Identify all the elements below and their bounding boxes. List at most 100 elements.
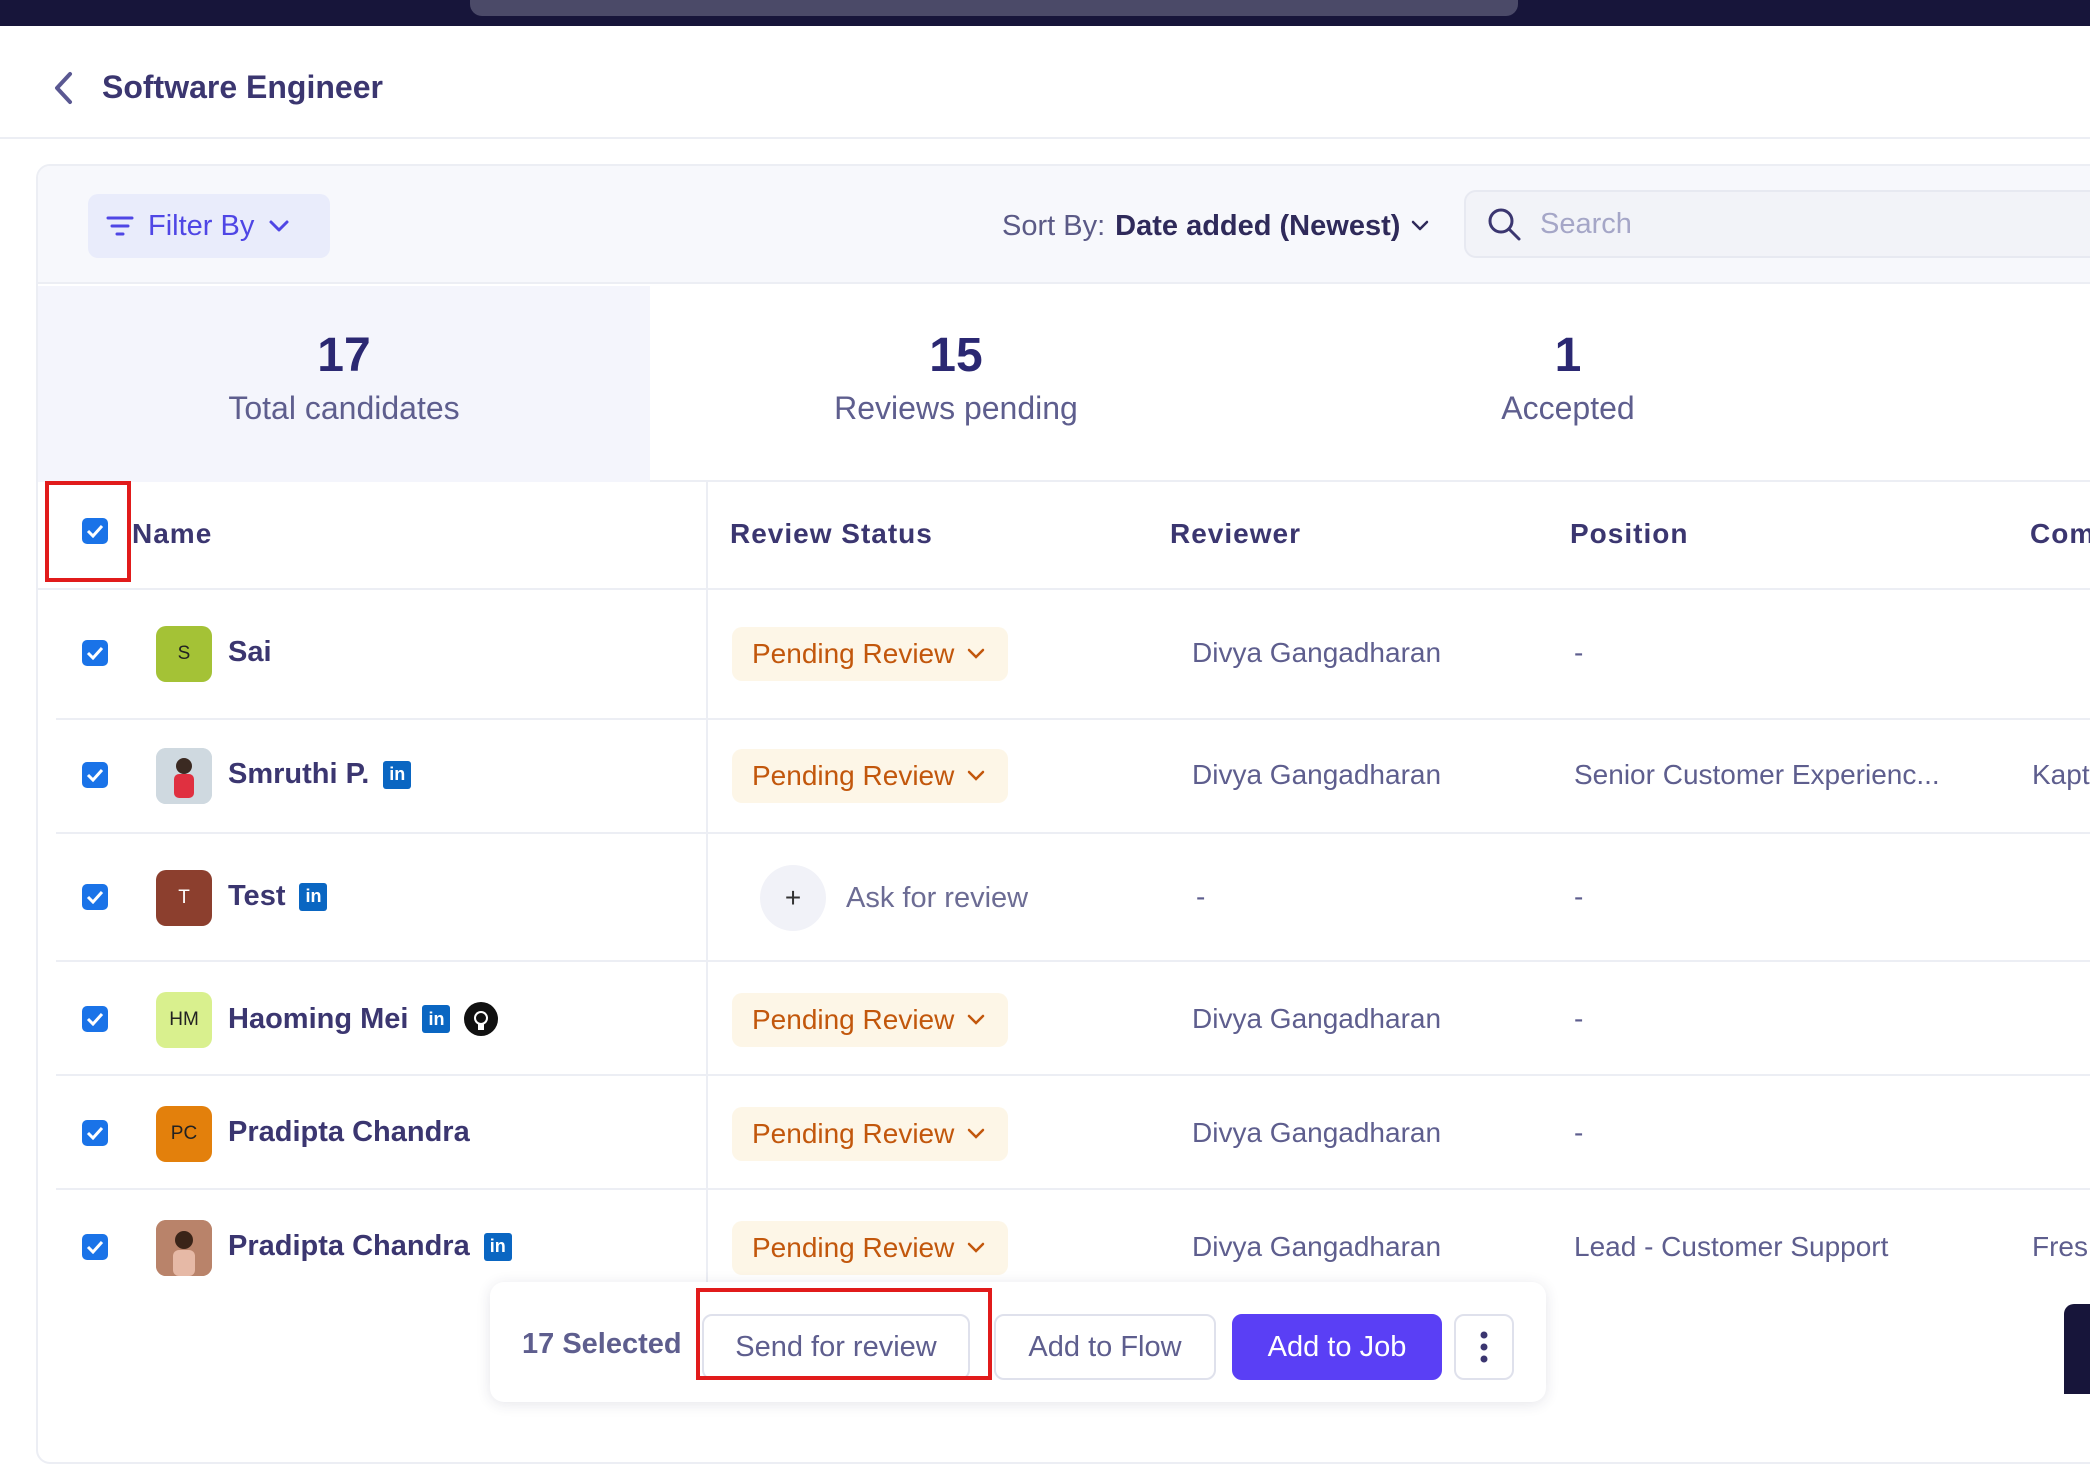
linkedin-icon[interactable]: in xyxy=(299,882,328,911)
page-header: Software Engineer xyxy=(0,26,2090,139)
checkmark-icon xyxy=(86,890,104,904)
browser-top-bar xyxy=(0,0,2090,26)
row-checkbox[interactable] xyxy=(82,884,108,910)
row-checkbox[interactable] xyxy=(82,1120,108,1146)
ask-for-review-label: Ask for review xyxy=(846,881,1029,914)
sort-dropdown[interactable]: Sort By: Date added (Newest) xyxy=(1002,200,1430,252)
status-label: Pending Review xyxy=(752,760,955,791)
add-to-job-button[interactable]: Add to Job xyxy=(1232,1314,1442,1380)
review-status-dropdown[interactable]: Pending Review xyxy=(732,1221,1009,1275)
add-to-flow-button[interactable]: Add to Flow xyxy=(994,1314,1216,1380)
position-cell: - xyxy=(1574,637,1584,668)
row-checkbox[interactable] xyxy=(82,1006,108,1032)
candidate-name-text: Test xyxy=(228,880,286,912)
avatar: S xyxy=(156,626,212,682)
back-button[interactable] xyxy=(48,66,78,110)
stat-reviews-pending[interactable]: 15 Reviews pending xyxy=(650,286,1262,482)
checkmark-icon xyxy=(86,768,104,782)
column-header-reviewer[interactable]: Reviewer xyxy=(1170,518,1301,550)
reviewer-cell: Divya Gangadharan xyxy=(1192,637,1442,668)
avatar: HM xyxy=(156,992,212,1048)
position-cell: - xyxy=(1574,1117,1584,1148)
more-actions-button[interactable] xyxy=(1454,1314,1514,1380)
column-header-position[interactable]: Position xyxy=(1570,518,1688,550)
chevron-down-icon xyxy=(968,1128,985,1139)
help-widget[interactable] xyxy=(2064,1304,2090,1394)
column-header-name[interactable]: Name xyxy=(132,518,212,550)
checkmark-icon xyxy=(86,1240,104,1254)
row-checkbox[interactable] xyxy=(82,640,108,666)
reviewer-cell: Divya Gangadharan xyxy=(1192,1117,1442,1148)
stat-accepted[interactable]: 1 Accepted xyxy=(1262,286,1874,482)
reviewer-cell: Divya Gangadharan xyxy=(1192,1003,1442,1034)
status-label: Pending Review xyxy=(752,1232,955,1263)
status-label: Pending Review xyxy=(752,1004,955,1035)
sort-key-label: Sort By: xyxy=(1002,209,1106,242)
selected-count: 17 Selected xyxy=(522,1328,682,1360)
filter-lines-icon xyxy=(106,216,134,236)
checkmark-icon xyxy=(86,1126,104,1140)
row-checkbox[interactable] xyxy=(82,1234,108,1260)
reviewer-cell: Divya Gangadharan xyxy=(1192,759,1442,790)
linkedin-icon[interactable]: in xyxy=(483,1232,512,1261)
stat-total-candidates[interactable]: 17 Total candidates xyxy=(38,286,650,482)
person-photo-icon xyxy=(156,748,212,804)
avatar-photo xyxy=(156,748,212,804)
search-icon xyxy=(1488,208,1521,241)
avatar: T xyxy=(156,870,212,926)
reviewer-cell: Divya Gangadharan xyxy=(1192,1231,1442,1262)
linkedin-icon[interactable]: in xyxy=(422,1005,451,1033)
review-status-dropdown[interactable]: Pending Review xyxy=(732,749,1009,803)
position-cell: Senior Customer Experienc... xyxy=(1574,759,1940,790)
candidate-name-text: Haoming Mei xyxy=(228,1002,409,1035)
github-icon[interactable] xyxy=(464,1002,499,1036)
candidate-name[interactable]: Sai xyxy=(228,636,272,669)
chevron-down-icon xyxy=(968,1242,985,1253)
highlight-send-for-review xyxy=(696,1288,992,1380)
candidate-name[interactable]: Pradipta Chandra in xyxy=(228,1230,512,1263)
status-label: Pending Review xyxy=(752,1118,955,1149)
chevron-down-icon xyxy=(968,1014,985,1025)
ask-for-review-button[interactable]: + Ask for review xyxy=(760,865,1028,931)
chevron-down-icon xyxy=(968,648,985,659)
search-box xyxy=(1464,190,2090,258)
status-label: Pending Review xyxy=(752,638,955,669)
stat-label: Total candidates xyxy=(228,390,460,426)
search-input[interactable] xyxy=(1540,207,2040,241)
review-status-dropdown[interactable]: Pending Review xyxy=(732,1107,1009,1161)
sort-value-label: Date added (Newest) xyxy=(1115,209,1401,242)
filter-by-button[interactable]: Filter By xyxy=(88,194,330,258)
more-vertical-icon xyxy=(1480,1331,1488,1363)
column-header-company[interactable]: Com xyxy=(2030,518,2090,550)
table-header-row xyxy=(36,482,2090,590)
candidate-name[interactable]: Test in xyxy=(228,880,328,913)
avatar: PC xyxy=(156,1106,212,1162)
position-cell: - xyxy=(1574,881,1584,912)
stat-label: Reviews pending xyxy=(834,390,1078,426)
review-status-dropdown[interactable]: Pending Review xyxy=(732,627,1009,681)
browser-url-bar[interactable] xyxy=(470,0,1518,16)
table-row[interactable] xyxy=(56,834,2090,962)
company-cell: Kapt xyxy=(2032,759,2090,790)
checkmark-icon xyxy=(86,646,104,660)
checkmark-icon xyxy=(86,1012,104,1026)
toolbar: Filter By Sort By: Date added (Newest) xyxy=(38,166,2090,284)
candidate-name-text: Pradipta Chandra xyxy=(228,1230,470,1262)
stat-value: 1 xyxy=(1554,329,1582,382)
candidate-name[interactable]: Smruthi P. in xyxy=(228,758,412,791)
review-status-dropdown[interactable]: Pending Review xyxy=(732,993,1009,1047)
column-header-review-status[interactable]: Review Status xyxy=(730,518,933,550)
candidate-name-text: Pradipta Chandra xyxy=(228,1116,470,1148)
chevron-down-icon xyxy=(269,220,289,232)
candidate-name[interactable]: Pradipta Chandra xyxy=(228,1116,470,1149)
filter-by-label: Filter By xyxy=(148,209,255,242)
linkedin-icon[interactable]: in xyxy=(383,760,412,789)
company-cell: Fres xyxy=(2032,1231,2088,1262)
table-row[interactable] xyxy=(56,592,2090,720)
reviewer-cell: - xyxy=(1196,881,1206,912)
candidate-name[interactable]: Haoming Mei in xyxy=(228,1002,499,1036)
row-checkbox[interactable] xyxy=(82,762,108,788)
avatar-photo xyxy=(156,1220,212,1276)
position-cell: Lead - Customer Support xyxy=(1574,1231,1889,1262)
stat-value: 15 xyxy=(929,329,983,382)
